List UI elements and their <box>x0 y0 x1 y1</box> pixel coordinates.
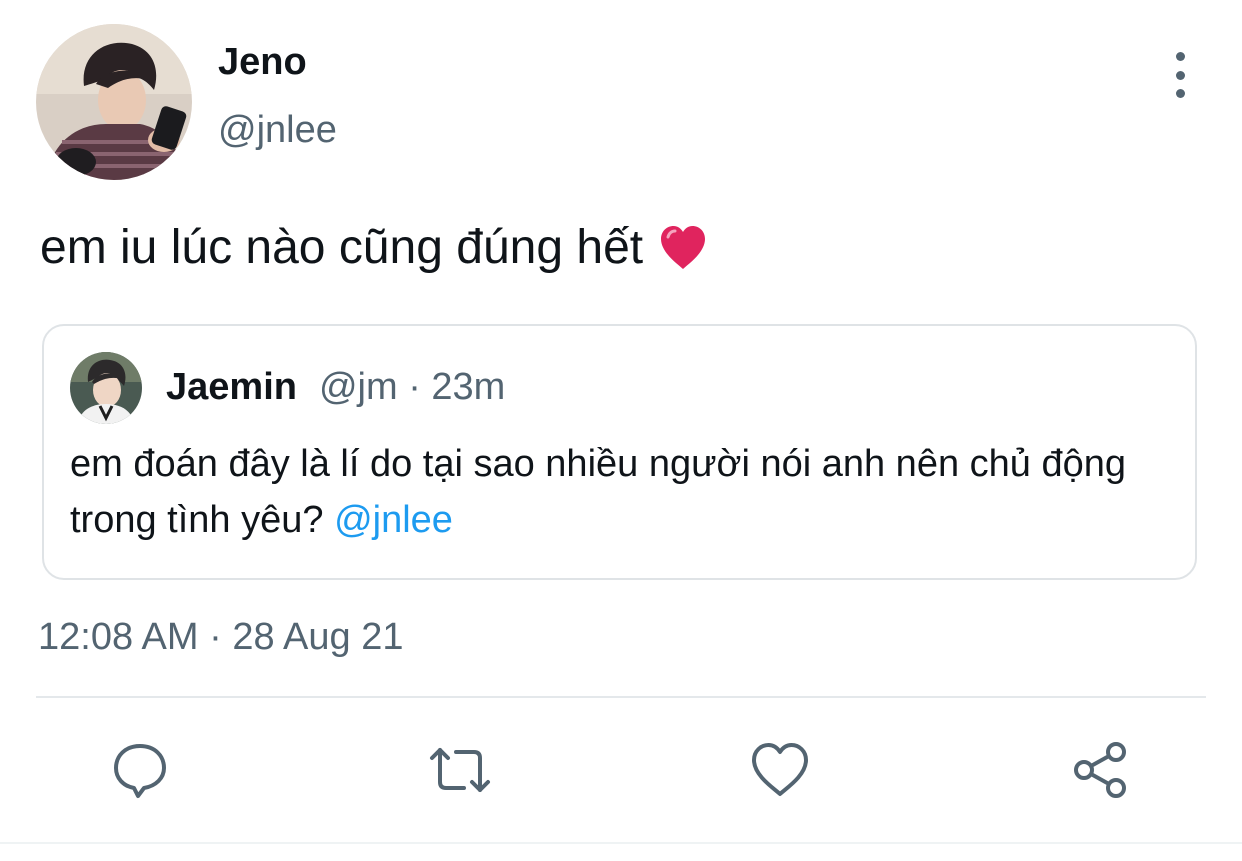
reply-icon[interactable] <box>108 738 172 802</box>
author-display-name[interactable]: Jeno <box>218 40 307 84</box>
quoted-author-display-name[interactable]: Jaemin <box>166 366 297 408</box>
like-icon[interactable] <box>748 738 812 802</box>
quoted-tweet-header: Jaemin @jm · 23m <box>166 364 505 410</box>
quoted-tweet-text: em đoán đây là lí do tại sao nhiều người… <box>70 436 1170 548</box>
tweet-text: em iu lúc nào cũng đúng hết <box>40 218 709 278</box>
share-icon[interactable] <box>1070 738 1134 802</box>
more-dot <box>1175 52 1185 61</box>
bottom-divider <box>0 842 1242 844</box>
more-dot <box>1175 89 1185 98</box>
more-options-icon[interactable] <box>1160 52 1200 98</box>
quoted-tweet-card[interactable]: Jaemin @jm · 23m em đoán đây là lí do tại… <box>42 324 1197 580</box>
divider <box>36 696 1206 698</box>
tweet-text-content: em iu lúc nào cũng đúng hết <box>40 221 644 274</box>
author-handle[interactable]: @jnlee <box>218 108 337 152</box>
more-dot <box>1175 70 1185 80</box>
author-avatar[interactable] <box>36 24 192 180</box>
quoted-author-avatar[interactable] <box>70 352 142 424</box>
tweet-timestamp[interactable]: 12:08 AM · 28 Aug 21 <box>38 614 404 660</box>
quoted-tweet-mention-link[interactable]: @jnlee <box>334 499 453 541</box>
quoted-author-meta: @jm · 23m <box>318 366 506 408</box>
quoted-tweet-text-content: em đoán đây là lí do tại sao nhiều người… <box>70 443 1127 541</box>
red-heart-icon <box>657 222 709 274</box>
retweet-icon[interactable] <box>428 738 492 802</box>
